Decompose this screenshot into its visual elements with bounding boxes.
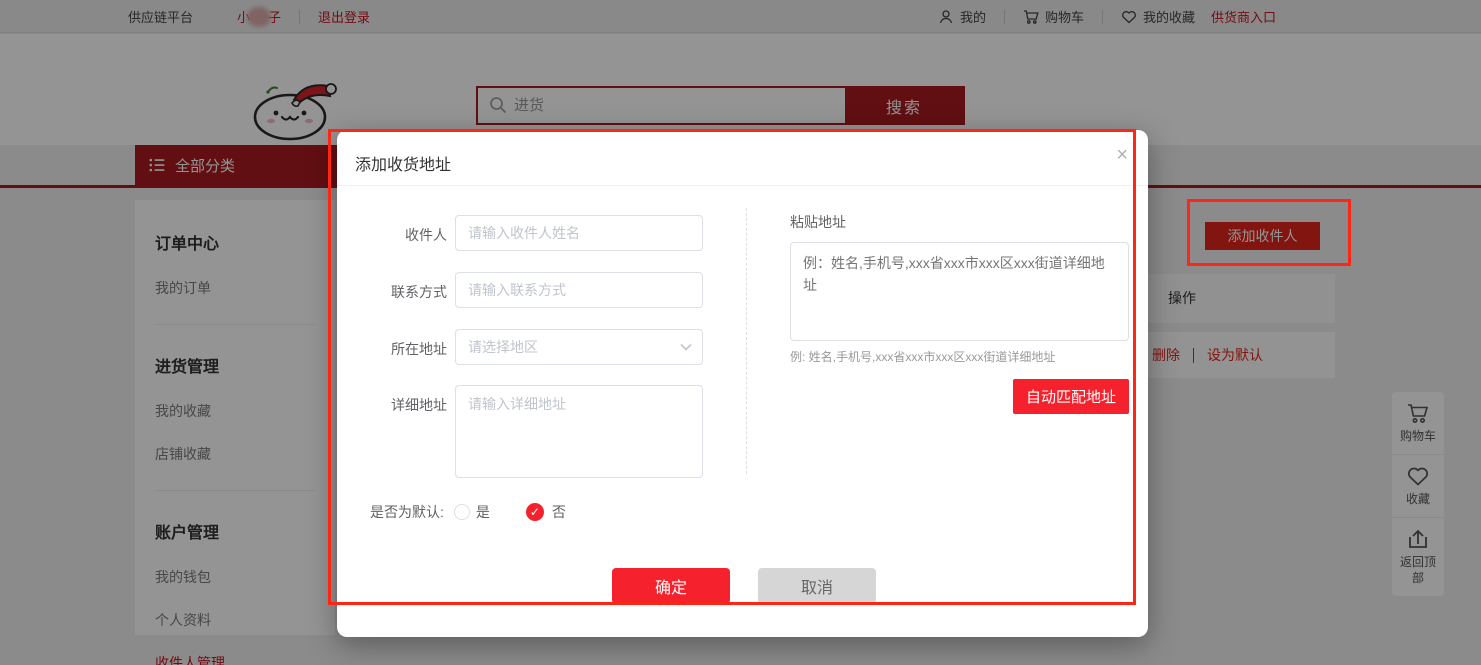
default-yes-label[interactable]: 是 (476, 502, 490, 522)
paste-address-textarea[interactable] (790, 242, 1129, 341)
region-select-placeholder: 请选择地区 (468, 337, 538, 357)
default-yes-radio[interactable] (454, 504, 470, 520)
close-icon[interactable]: × (1116, 145, 1128, 165)
detail-address-textarea[interactable] (455, 385, 703, 478)
recipient-input[interactable] (455, 215, 703, 251)
detail-address-label: 详细地址 (367, 395, 447, 415)
default-setting-row: 是否为默认: 是 ✓ 否 (370, 502, 566, 522)
modal-title: 添加收货地址 (355, 151, 451, 175)
confirm-button[interactable]: 确定 (612, 568, 730, 604)
region-select[interactable]: 请选择地区 (455, 329, 703, 365)
contact-label: 联系方式 (367, 282, 447, 302)
divider (746, 208, 747, 474)
auto-match-address-button[interactable]: 自动匹配地址 (1013, 379, 1129, 414)
default-setting-label: 是否为默认: (370, 502, 444, 522)
default-no-label[interactable]: 否 (552, 502, 566, 522)
paste-address-hint: 例: 姓名,手机号,xxx省xxx市xxx区xxx街道详细地址 (790, 348, 1055, 365)
default-no-radio-checked[interactable]: ✓ (526, 503, 544, 521)
add-address-modal: 添加收货地址 × 收件人 联系方式 所在地址 请选择地区 详细地址 粘贴地址 例… (337, 130, 1148, 637)
cancel-button[interactable]: 取消 (758, 568, 876, 604)
page: 供应链平台 小子 退出登录 我的 购物车 我的收藏 供货商入口 (0, 0, 1481, 665)
paste-address-label: 粘贴地址 (790, 212, 846, 232)
contact-input[interactable] (455, 272, 703, 308)
region-label: 所在地址 (367, 339, 447, 359)
chevron-down-icon (680, 343, 692, 351)
divider (337, 185, 1148, 186)
recipient-label: 收件人 (367, 225, 447, 245)
